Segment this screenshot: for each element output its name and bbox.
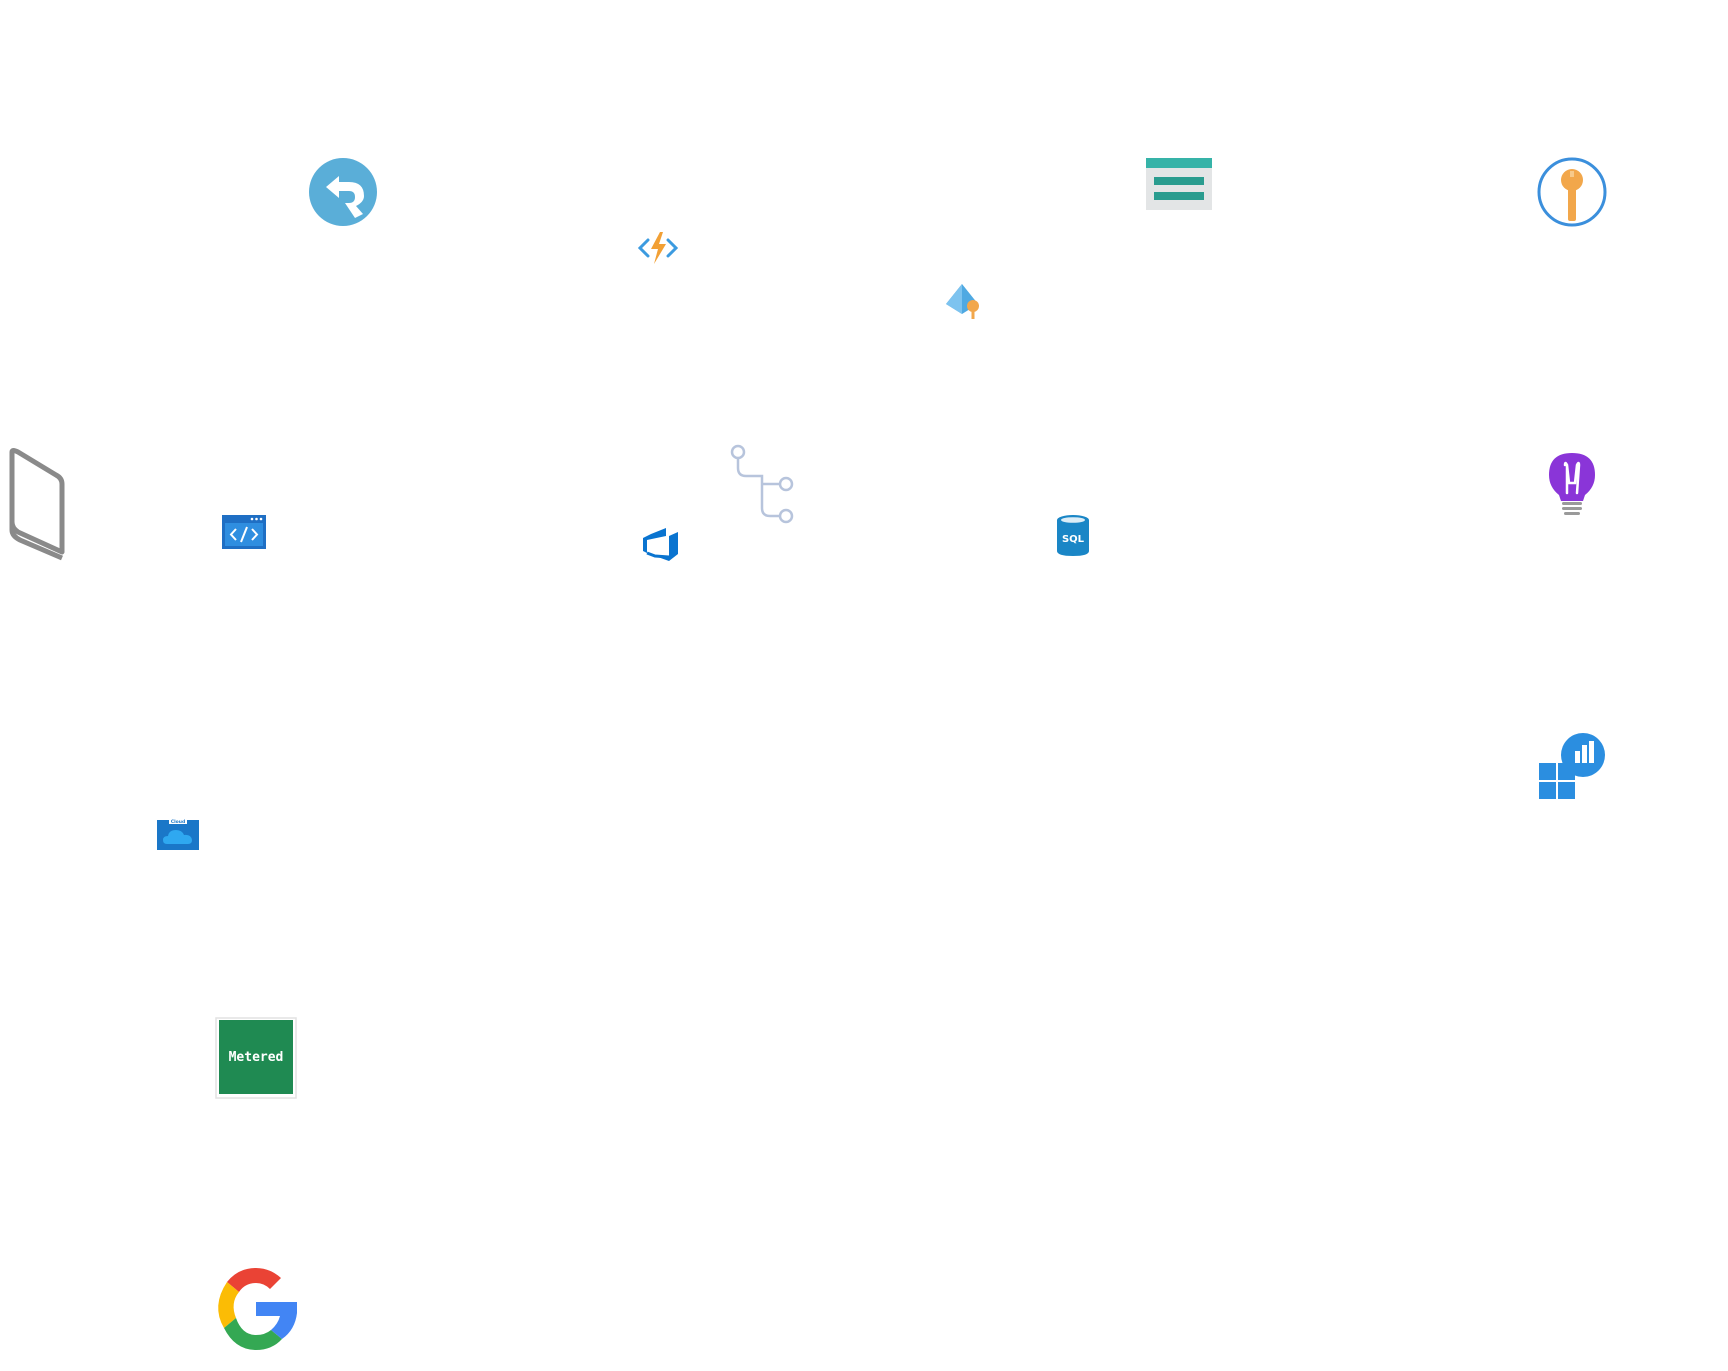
sql-label: SQL — [1062, 534, 1085, 545]
lightbulb-icon[interactable] — [1549, 453, 1595, 518]
metered-label: Metered — [229, 1050, 284, 1065]
key-in-circle-icon[interactable] — [1537, 157, 1607, 227]
windows-start-analytics-icon[interactable] — [1539, 733, 1605, 799]
stacked-layers-icon[interactable] — [1146, 158, 1212, 210]
azure-functions-icon[interactable] — [637, 230, 679, 266]
cloud-storage-icon[interactable]: Cloud — [157, 818, 199, 850]
azure-devops-icon[interactable] — [642, 526, 679, 561]
code-window-icon[interactable] — [222, 515, 266, 549]
metered-badge-icon[interactable]: Metered — [215, 1017, 297, 1099]
git-branch-tree-icon[interactable] — [730, 444, 794, 524]
bookmark-icon[interactable] — [6, 448, 68, 561]
remote-desktop-icon[interactable] — [309, 158, 377, 226]
google-g-icon[interactable] — [215, 1268, 297, 1350]
cloud-label: Cloud — [171, 819, 185, 825]
sql-database-icon[interactable]: SQL — [1057, 515, 1089, 556]
azure-ad-key-icon[interactable] — [944, 282, 984, 320]
